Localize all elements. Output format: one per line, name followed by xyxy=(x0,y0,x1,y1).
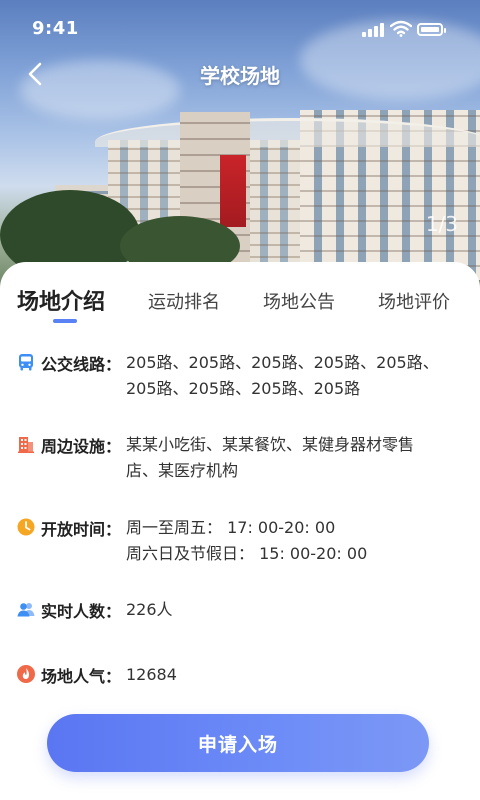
building-icon xyxy=(18,437,34,453)
tab-indicator xyxy=(53,319,77,323)
hours-line-weekday: 周一至周五： 17: 00-20: 00 xyxy=(126,518,336,537)
bus-label: 公交线路： xyxy=(41,355,122,374)
hours-value: 周一至周五： 17: 00-20: 00 周六日及节假日： 15: 00-20:… xyxy=(126,515,367,567)
people-count: 226人 xyxy=(126,600,173,619)
popularity-label: 场地人气： xyxy=(41,667,122,686)
facilities-line-2: 店、某医疗机构 xyxy=(126,461,239,480)
tab-venue-intro[interactable]: 场地介绍 xyxy=(17,284,105,316)
bus-icon xyxy=(19,354,33,371)
users-icon xyxy=(17,603,35,617)
bus-line-2: 205路、205路、205路、205路 xyxy=(126,379,361,398)
wifi-icon xyxy=(390,20,412,37)
battery-icon xyxy=(417,23,446,36)
hours-label: 开放时间： xyxy=(41,520,122,539)
people-value: 226人 xyxy=(126,597,173,623)
tab-sports-ranking[interactable]: 运动排名 xyxy=(148,288,220,314)
fire-icon xyxy=(17,665,35,683)
facilities-label: 周边设施： xyxy=(41,437,122,456)
facilities-line-1: 某某小吃街、某某餐饮、某健身器材零售 xyxy=(126,435,415,454)
tab-venue-review[interactable]: 场地评价 xyxy=(378,288,450,314)
signal-icon xyxy=(362,23,384,37)
tab-bar: 场地介绍 运动排名 场地公告 场地评价 xyxy=(0,262,480,332)
status-time: 9:41 xyxy=(32,18,79,39)
status-bar: 9:41 xyxy=(0,0,480,56)
hours-line-weekend: 周六日及节假日： 15: 00-20: 00 xyxy=(126,544,368,563)
page-title: 学校场地 xyxy=(200,64,280,88)
popularity-count: 12684 xyxy=(126,665,177,684)
tab-venue-notice[interactable]: 场地公告 xyxy=(263,288,335,314)
bus-value: 205路、205路、205路、205路、205路、 205路、205路、205路… xyxy=(126,350,439,402)
people-label: 实时人数： xyxy=(41,602,122,621)
apply-entry-button[interactable]: 申请入场 xyxy=(47,714,429,772)
bus-line-1: 205路、205路、205路、205路、205路、 xyxy=(126,353,439,372)
image-counter: 1/3 xyxy=(425,212,458,236)
building-banner xyxy=(220,155,246,227)
facilities-value: 某某小吃街、某某餐饮、某健身器材零售 店、某医疗机构 xyxy=(126,432,414,484)
popularity-value: 12684 xyxy=(126,662,177,688)
clock-icon xyxy=(17,518,35,536)
